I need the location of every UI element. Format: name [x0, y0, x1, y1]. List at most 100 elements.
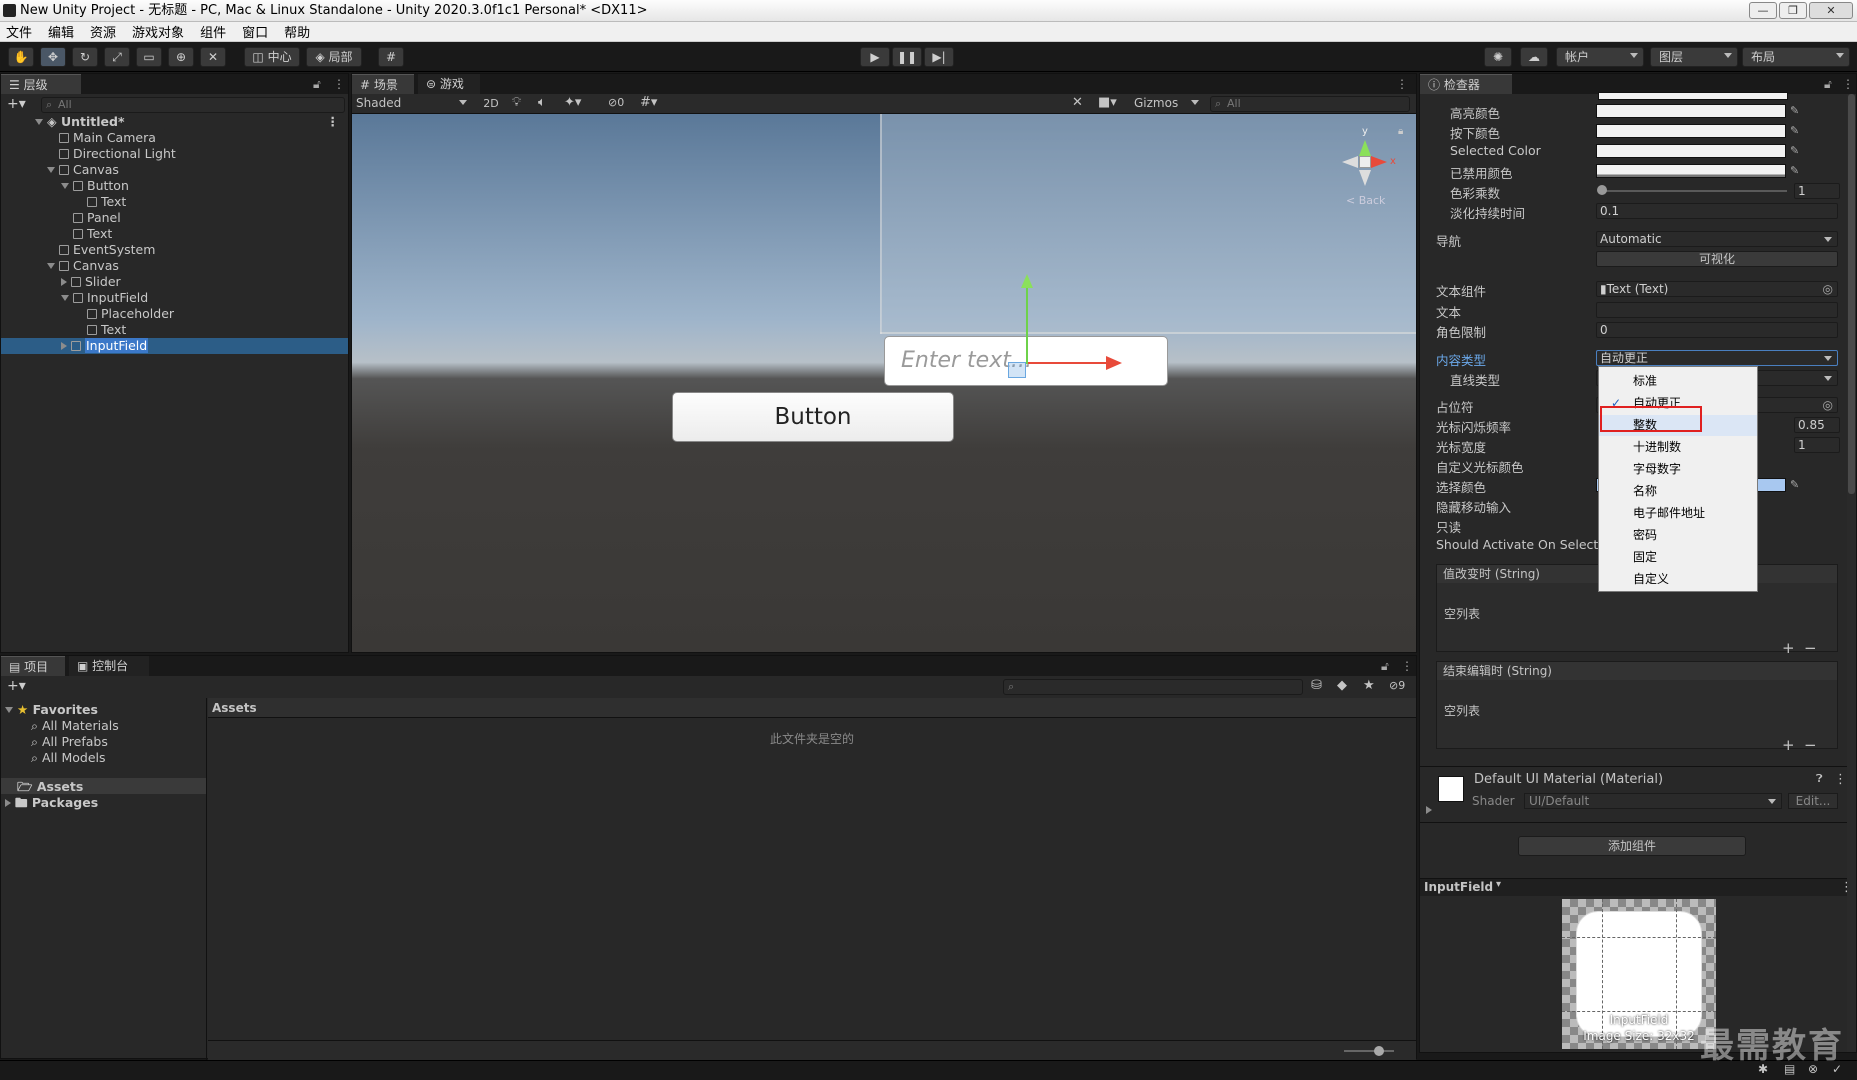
menu-assets[interactable]: 资源: [90, 22, 116, 41]
gizmo-x-cone[interactable]: [1371, 156, 1387, 168]
content-type-option[interactable]: 固定: [1599, 547, 1757, 568]
color-swatch[interactable]: [1596, 164, 1786, 178]
mode-2d-toggle[interactable]: 2D: [478, 95, 504, 112]
pipette-icon[interactable]: ✎: [1790, 105, 1802, 117]
content-type-option[interactable]: 标准: [1599, 371, 1757, 392]
chevron-down-icon[interactable]: ▾: [1496, 879, 1501, 890]
layers-dropdown[interactable]: 图层: [1650, 47, 1738, 67]
rotate-tool-icon[interactable]: ↻: [72, 47, 98, 67]
menu-edit[interactable]: 编辑: [48, 22, 74, 41]
shader-dropdown[interactable]: UI/Default: [1524, 793, 1782, 809]
more-menu-icon[interactable]: ⋮: [333, 74, 345, 94]
pipette-icon[interactable]: ✎: [1790, 145, 1802, 157]
hidden-objects-counter[interactable]: ⊘0: [608, 96, 624, 109]
hierarchy-item[interactable]: InputField: [1, 338, 348, 354]
color-swatch[interactable]: [1596, 104, 1786, 118]
cloud-icon[interactable]: ☁: [1520, 47, 1548, 67]
content-type-option[interactable]: 电子邮件地址: [1599, 503, 1757, 524]
hierarchy-item[interactable]: Main Camera: [47, 130, 156, 146]
scale-tool-icon[interactable]: ⤢: [104, 47, 130, 67]
pipette-icon[interactable]: ✎: [1790, 165, 1802, 177]
tools-icon[interactable]: ✕: [1072, 95, 1083, 110]
move-gizmo-plane[interactable]: [1008, 362, 1026, 378]
expand-arrow-icon[interactable]: [61, 183, 69, 189]
color-multiplier-slider-handle[interactable]: [1597, 185, 1607, 195]
expand-arrow-icon[interactable]: [47, 263, 55, 269]
audio-icon[interactable]: 🔈︎: [538, 95, 546, 110]
gizmo-neg-y-cone[interactable]: [1359, 170, 1371, 186]
gizmo-y-cone[interactable]: [1359, 140, 1371, 156]
visualize-button[interactable]: 可视化: [1596, 251, 1838, 267]
tab-project[interactable]: ▤ 项目: [1, 656, 65, 676]
inspector-scrollbar[interactable]: [1847, 94, 1856, 1052]
scene-button[interactable]: Button: [672, 392, 954, 442]
menu-gameobject[interactable]: 游戏对象: [132, 22, 184, 41]
expand-arrow-icon[interactable]: [61, 295, 69, 301]
hierarchy-item[interactable]: Canvas: [47, 162, 119, 178]
add-object-button[interactable]: +▾: [7, 96, 26, 112]
scene-viewport[interactable]: Enter text... Button y x < Back 🔒︎: [352, 114, 1416, 652]
pipette-icon[interactable]: ✎: [1790, 479, 1802, 491]
packages-folder[interactable]: 🖿 Packages: [5, 794, 98, 815]
create-asset-button[interactable]: +▾: [7, 678, 26, 694]
color-multiplier-field[interactable]: 1: [1794, 183, 1840, 199]
gizmo-neg-x-cone[interactable]: [1342, 156, 1358, 168]
edit-shader-button[interactable]: Edit...: [1788, 793, 1838, 809]
normal-color-swatch[interactable]: [1598, 92, 1788, 100]
menu-window[interactable]: 窗口: [242, 22, 268, 41]
expand-arrow-icon[interactable]: [1426, 806, 1432, 814]
collab-icon[interactable]: ✺: [1484, 47, 1512, 67]
minimize-button[interactable]: —: [1749, 2, 1777, 19]
content-type-option[interactable]: 密码: [1599, 525, 1757, 546]
object-picker-icon[interactable]: ◎: [1823, 398, 1833, 412]
remove-listener-button[interactable]: −: [1804, 736, 1817, 754]
hierarchy-item[interactable]: Text: [61, 226, 112, 242]
fav-all-prefabs[interactable]: ⌕ All Prefabs: [31, 734, 108, 750]
content-type-dropdown[interactable]: 自动更正: [1596, 350, 1838, 366]
move-gizmo-x-axis[interactable]: [1028, 362, 1108, 364]
more-menu-icon[interactable]: ⋮: [1842, 74, 1854, 94]
shading-dropdown[interactable]: Shaded: [354, 95, 472, 112]
fade-duration-field[interactable]: 0.1: [1596, 203, 1838, 219]
hierarchy-item[interactable]: Panel: [61, 210, 121, 226]
custom-tool-icon[interactable]: ✕: [200, 47, 226, 67]
filter-by-label-icon[interactable]: ◆: [1337, 678, 1347, 693]
text-component-field[interactable]: ▮Text (Text) ◎: [1596, 281, 1838, 297]
fav-all-materials[interactable]: ⌕ All Materials: [31, 718, 119, 734]
lighting-icon[interactable]: 💡︎: [512, 95, 521, 110]
hierarchy-item[interactable]: Button: [61, 178, 129, 194]
tab-game[interactable]: ⊜ 游戏: [418, 74, 480, 94]
menu-component[interactable]: 组件: [200, 22, 226, 41]
scene-search-input[interactable]: ⌕ All: [1210, 96, 1410, 112]
scrollbar-thumb[interactable]: [1848, 94, 1855, 494]
project-search-input[interactable]: ⌕: [1003, 679, 1303, 695]
lock-icon[interactable]: 🔓︎: [1824, 74, 1832, 94]
space-toggle-button[interactable]: ◈ 局部: [306, 47, 362, 67]
rect-tool-icon[interactable]: ▭: [136, 47, 162, 67]
effects-icon[interactable]: ✦▾: [564, 95, 581, 110]
hidden-packages-counter[interactable]: ⊘9: [1389, 679, 1405, 692]
add-component-button[interactable]: 添加组件: [1518, 836, 1746, 856]
more-menu-icon[interactable]: ⋮: [1834, 772, 1847, 787]
icon-size-slider-track[interactable]: [1344, 1050, 1394, 1052]
color-swatch[interactable]: [1596, 124, 1786, 138]
hierarchy-item[interactable]: Text: [75, 322, 126, 338]
caret-blink-field[interactable]: 0.85: [1794, 417, 1840, 433]
pause-button[interactable]: ❚❚: [892, 47, 922, 67]
gizmo-center-cube[interactable]: [1359, 156, 1371, 168]
color-multiplier-slider-track[interactable]: [1601, 190, 1787, 192]
text-field[interactable]: [1596, 302, 1838, 318]
favorite-star-icon[interactable]: ★: [1363, 678, 1375, 693]
navigation-dropdown[interactable]: Automatic: [1596, 231, 1838, 247]
more-menu-icon[interactable]: ⋮: [327, 114, 340, 130]
collapse-arrow-icon[interactable]: [61, 278, 67, 286]
tab-scene[interactable]: # 场景: [352, 74, 414, 94]
hierarchy-item[interactable]: Placeholder: [75, 306, 174, 322]
account-dropdown[interactable]: 帐户: [1556, 47, 1644, 67]
help-icon[interactable]: ❓︎: [1816, 772, 1823, 786]
content-type-option[interactable]: 自定义: [1599, 569, 1757, 590]
collapse-arrow-icon[interactable]: [61, 342, 67, 350]
maximize-button[interactable]: ❐: [1779, 2, 1807, 19]
expand-arrow-icon[interactable]: [47, 167, 55, 173]
content-type-option[interactable]: 名称: [1599, 481, 1757, 502]
